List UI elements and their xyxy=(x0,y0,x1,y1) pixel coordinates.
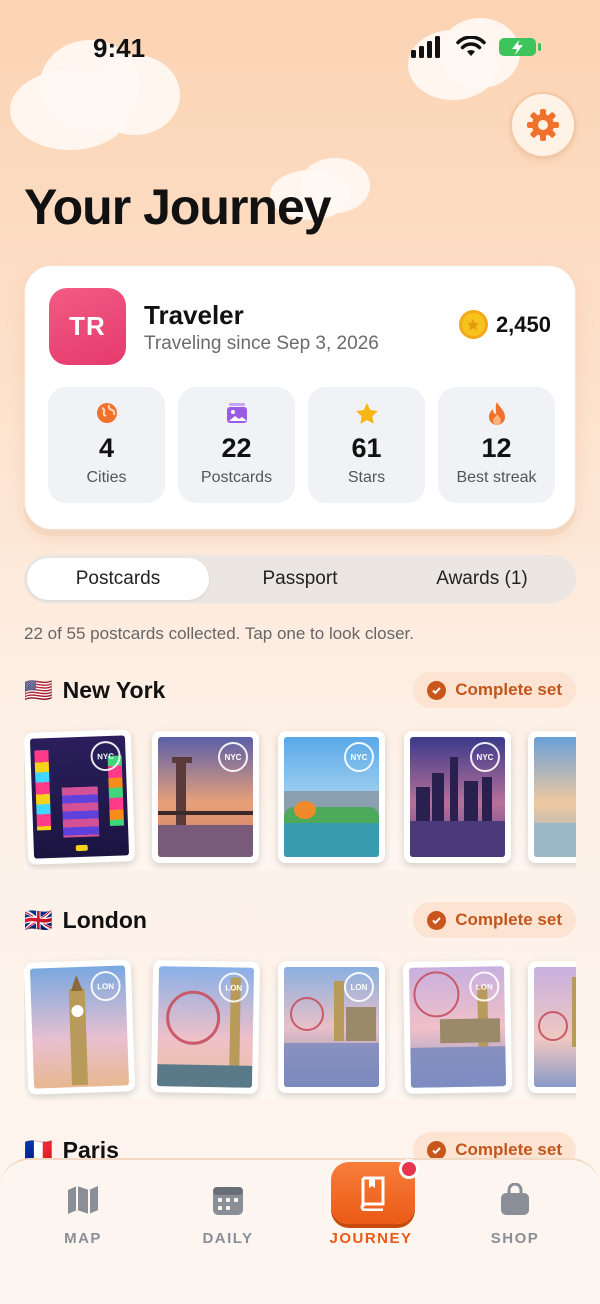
notification-dot xyxy=(399,1159,419,1179)
coin-icon xyxy=(458,310,488,339)
stat-postcards: 22 Postcards xyxy=(178,387,295,503)
check-badge-icon xyxy=(427,1140,447,1160)
status-time: 9:41 xyxy=(93,33,146,63)
stat-stars: 61 Stars xyxy=(308,387,425,503)
city-name: London xyxy=(62,906,147,933)
calendar-icon xyxy=(213,1187,243,1215)
badge-label: Complete set xyxy=(455,1140,562,1159)
section-header-london: 🇬🇧 London Complete set xyxy=(24,902,576,938)
check-badge-icon xyxy=(427,910,447,930)
postcard[interactable]: NYC xyxy=(404,731,511,863)
stamp-label: LON xyxy=(344,972,374,1002)
postcard[interactable] xyxy=(528,731,576,863)
nav-label: SHOP xyxy=(490,1230,540,1247)
bottom-nav: MAP DAILY JOURNEY SHOP xyxy=(0,1158,600,1304)
stat-label: Postcards xyxy=(200,469,273,486)
stamp-label: LON xyxy=(90,970,122,1002)
flag-us-icon: 🇺🇸 xyxy=(24,676,53,703)
postcard[interactable]: NYC xyxy=(24,729,136,865)
stamp-label: LON xyxy=(469,971,500,1002)
postcard-row-london: LON LON LON LON xyxy=(24,955,576,1100)
badge-label: Complete set xyxy=(455,680,562,699)
avatar: TR xyxy=(49,288,126,365)
postcard[interactable]: LON xyxy=(278,961,385,1093)
globe-icon xyxy=(96,403,117,423)
postcard-icon xyxy=(226,403,247,423)
postcard[interactable] xyxy=(528,961,576,1093)
profile-name: Traveler xyxy=(144,300,244,330)
wifi-icon xyxy=(456,36,486,56)
postcard[interactable]: LON xyxy=(150,960,261,1094)
stamp-label: NYC xyxy=(470,742,500,772)
nav-daily[interactable]: DAILY xyxy=(158,1180,298,1247)
gear-icon xyxy=(527,109,559,141)
stamp-label: NYC xyxy=(218,742,248,772)
settings-button[interactable] xyxy=(510,92,576,158)
stat-value: 61 xyxy=(351,433,382,463)
book-icon xyxy=(360,1176,385,1211)
nav-label: MAP xyxy=(64,1230,102,1247)
page-title: Your Journey xyxy=(24,179,332,235)
postcard[interactable]: NYC xyxy=(278,731,385,863)
stamp-label: LON xyxy=(218,972,249,1003)
flame-icon xyxy=(488,402,505,425)
city-name: New York xyxy=(62,676,166,703)
stat-streak: 12 Best streak xyxy=(438,387,555,503)
postcard[interactable]: LON xyxy=(24,959,136,1095)
stamp-label: NYC xyxy=(344,742,374,772)
stat-label: Stars xyxy=(347,469,386,486)
nav-map[interactable]: MAP xyxy=(13,1180,153,1247)
flag-uk-icon: 🇬🇧 xyxy=(24,906,53,933)
stat-value: 22 xyxy=(221,433,252,463)
status-icons xyxy=(410,36,542,58)
collection-hint: 22 of 55 postcards collected. Tap one to… xyxy=(24,624,414,643)
status-bar: 9:41 xyxy=(0,0,600,95)
nav-shop[interactable]: SHOP xyxy=(445,1180,585,1247)
profile-card: TR Traveler Traveling since Sep 3, 2026 … xyxy=(24,265,576,530)
bag-icon xyxy=(501,1183,529,1215)
stat-value: 12 xyxy=(481,433,512,463)
map-icon xyxy=(68,1186,98,1214)
stat-label: Best streak xyxy=(456,469,537,486)
badge-label: Complete set xyxy=(455,910,562,929)
check-badge-icon xyxy=(427,680,447,700)
tab-awards[interactable]: Awards (1) xyxy=(391,558,573,600)
coin-count: 2,450 xyxy=(495,311,551,337)
nav-label: DAILY xyxy=(202,1230,254,1247)
stat-label: Cities xyxy=(86,469,127,486)
section-header-new-york: 🇺🇸 New York Complete set xyxy=(24,672,576,708)
profile-since: Traveling since Sep 3, 2026 xyxy=(144,333,379,354)
postcard[interactable]: NYC xyxy=(152,731,259,863)
star-icon xyxy=(355,403,378,424)
segmented-tabs: Postcards Passport Awards (1) xyxy=(24,555,576,603)
coin-balance: 2,450 xyxy=(458,310,551,339)
signal-icon xyxy=(411,36,440,58)
stat-cities: 4 Cities xyxy=(48,387,165,503)
stat-value: 4 xyxy=(98,433,115,463)
battery-icon xyxy=(499,38,541,56)
postcard[interactable]: LON xyxy=(402,960,513,1094)
stats-row: 4 Cities 22 Postcards 61 Stars 12 Best s… xyxy=(48,387,555,503)
nav-label: JOURNEY xyxy=(329,1230,413,1247)
postcard-row-new-york: NYC NYC NYC NYC xyxy=(24,725,576,870)
tab-postcards[interactable]: Postcards xyxy=(27,558,209,600)
tab-passport[interactable]: Passport xyxy=(209,558,391,600)
complete-set-badge: Complete set xyxy=(413,672,576,708)
complete-set-badge: Complete set xyxy=(413,902,576,938)
